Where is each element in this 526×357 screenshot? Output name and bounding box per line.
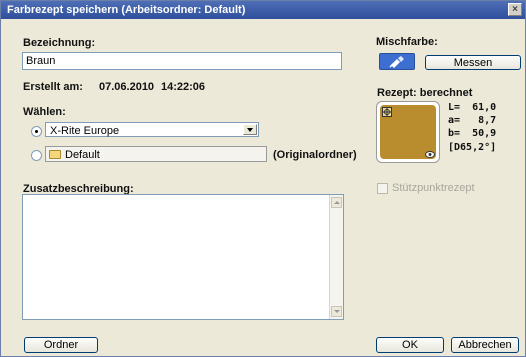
window-title: Farbrezept speichern (Arbeitsordner: Def… — [7, 4, 246, 16]
created-label: Erstellt am: — [23, 81, 83, 93]
folder-select[interactable]: Default — [45, 146, 267, 162]
cancel-button[interactable]: Abbrechen — [451, 337, 519, 353]
description-scrollbar[interactable] — [329, 195, 343, 319]
target-icon[interactable] — [382, 107, 392, 117]
scroll-down-icon[interactable] — [331, 306, 342, 317]
support-recipe-checkbox[interactable] — [377, 183, 388, 194]
mix-color-label: Mischfarbe: — [376, 36, 438, 48]
folder-icon — [49, 150, 61, 159]
color-swatch — [376, 101, 440, 163]
radio-database[interactable] — [31, 126, 42, 137]
chevron-down-icon[interactable] — [243, 124, 257, 135]
description-field[interactable] — [22, 194, 344, 320]
created-date: 07.06.2010 — [99, 81, 155, 93]
ok-button-label: OK — [402, 339, 418, 351]
folder-button[interactable]: Ordner — [24, 337, 98, 353]
lab-b-value: b= 50,9 — [448, 128, 497, 139]
ok-button[interactable]: OK — [376, 337, 444, 353]
instrument-toggle[interactable] — [379, 53, 415, 70]
database-select-value: X-Rite Europe — [50, 125, 120, 137]
recipe-label: Rezept: berechnet — [377, 87, 473, 99]
lab-l-value: L= 61,0 — [448, 102, 497, 113]
choose-label: Wählen: — [23, 106, 66, 118]
save-color-recipe-dialog: Farbrezept speichern (Arbeitsordner: Def… — [0, 0, 526, 357]
scroll-up-icon[interactable] — [331, 197, 342, 208]
close-icon[interactable]: × — [508, 3, 522, 16]
folder-select-value: Default — [65, 149, 100, 161]
created-time: 14:22:06 — [161, 81, 206, 93]
eye-icon[interactable] — [425, 151, 435, 158]
title-bar: Farbrezept speichern (Arbeitsordner: Def… — [1, 1, 525, 19]
radio-folder[interactable] — [31, 150, 42, 161]
measure-button-label: Messen — [453, 57, 493, 69]
measure-button[interactable]: Messen — [425, 55, 521, 70]
measure-device-icon — [389, 56, 404, 68]
illuminant-value: [D65,2°] — [448, 142, 497, 153]
original-folder-note: (Originalordner) — [273, 149, 357, 161]
lab-a-value: a= 8,7 — [448, 115, 497, 126]
support-recipe-label: Stützpunktrezept — [392, 182, 475, 194]
cancel-button-label: Abbrechen — [458, 339, 512, 351]
folder-button-label: Ordner — [43, 339, 79, 351]
name-label: Bezeichnung: — [23, 37, 96, 49]
database-select[interactable]: X-Rite Europe — [45, 122, 259, 137]
name-field[interactable]: Braun — [22, 52, 342, 70]
